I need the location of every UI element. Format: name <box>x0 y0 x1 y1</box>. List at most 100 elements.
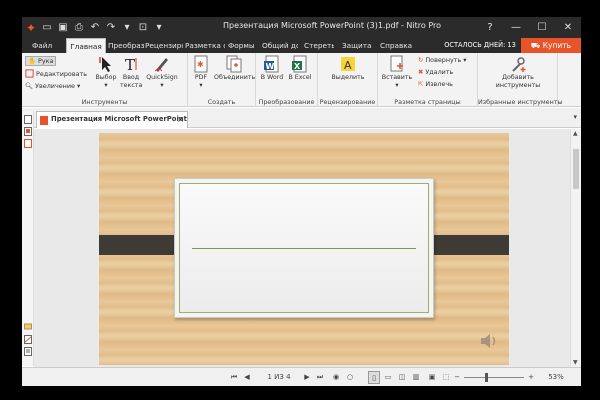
hand-icon: ✋ <box>28 57 36 65</box>
tab-protect[interactable]: Защита <box>342 38 372 53</box>
pdf-button[interactable]: ✱ PDF ▾ <box>190 55 212 89</box>
zoom-tool[interactable]: 🔍︎ Увеличение ▾ <box>25 82 80 90</box>
next-page-icon[interactable]: ▶ <box>302 371 312 384</box>
tab-list-icon[interactable]: ▾ <box>573 113 577 121</box>
slide-divider-line <box>192 248 416 249</box>
tab-page-layout[interactable]: Разметка с <box>185 38 225 53</box>
maximize-button[interactable]: ☐ <box>529 17 555 38</box>
title-bar: ✦ ▭ ▣ ⎙ ↶ ↷ ▾ ⊡ ▾ Презентация Microsoft … <box>22 17 581 38</box>
group-page-layout-label: Разметка страницы <box>394 98 461 106</box>
highlight-icon: A <box>341 57 355 72</box>
combine-button[interactable]: Объединить <box>214 55 255 82</box>
redo-icon[interactable]: ↷ <box>104 21 118 35</box>
vertical-scrollbar[interactable]: ▲ ▼ <box>570 129 581 367</box>
zoom-slider-track[interactable] <box>464 377 524 378</box>
first-page-icon[interactable]: ⏮ <box>228 371 240 384</box>
document-view[interactable] <box>34 129 570 367</box>
fit-page-icon[interactable]: ▣ <box>426 371 438 384</box>
cart-icon: ⛟ <box>530 41 543 50</box>
extract-button[interactable]: ⇱ Извлечь <box>418 80 453 88</box>
zoom-level[interactable]: 53% <box>542 371 570 384</box>
type-text-label: Ввод текста <box>120 74 143 89</box>
svg-text:W: W <box>266 62 275 71</box>
slide-page <box>99 133 509 365</box>
comments-icon[interactable] <box>24 323 32 332</box>
word-icon: W <box>264 55 279 73</box>
forward-icon[interactable]: ○ <box>344 371 356 384</box>
undo-icon[interactable]: ↶ <box>88 21 102 35</box>
delete-button[interactable]: ✖ Удалить <box>418 68 453 76</box>
slide-left-band <box>99 235 181 255</box>
facing-view-icon[interactable]: ◫ <box>396 371 408 384</box>
group-convert-label: Преобразование <box>258 98 315 106</box>
tab-home[interactable]: Главная <box>66 38 106 53</box>
zoom-out-icon[interactable]: − <box>452 371 462 384</box>
zoom-slider-thumb[interactable] <box>485 373 488 382</box>
quicksign-button[interactable]: QuickSign ▾ <box>144 55 180 89</box>
close-tab-icon[interactable]: × <box>177 112 184 127</box>
continuous-view-icon[interactable]: ▭ <box>382 371 394 384</box>
print-icon[interactable]: ⎙ <box>72 21 86 35</box>
pages-icon[interactable] <box>24 115 32 124</box>
tab-file[interactable]: Файл <box>32 38 62 53</box>
scrollbar-thumb[interactable] <box>573 149 579 189</box>
single-page-view-icon[interactable]: ▯ <box>368 371 380 384</box>
to-word-button[interactable]: W В Word <box>260 55 284 82</box>
rotate-button[interactable]: ↻ Повернуть ▾ <box>418 56 467 64</box>
extract-icon: ⇱ <box>418 80 424 88</box>
tab-share[interactable]: Общий до <box>262 38 298 53</box>
add-tools-button[interactable]: Добавить инструменты <box>486 55 550 89</box>
svg-text:✱: ✱ <box>197 60 204 69</box>
bookmarks-icon[interactable] <box>24 127 32 136</box>
delete-icon: ✖ <box>418 68 424 76</box>
status-bar: ⏮ ◀ 1 ИЗ 4 ▶ ⏭ ◉ ○ ▯ ▭ ◫ ▥ ▣ ⬚ − + 53% <box>22 367 581 386</box>
edit-label: Редактировать <box>36 69 87 78</box>
svg-text:A: A <box>344 59 352 72</box>
zoom-in-icon[interactable]: + <box>526 371 536 384</box>
select-button[interactable]: Выбор ▾ <box>94 55 118 89</box>
speaker-icon[interactable] <box>479 333 499 349</box>
slide-title-card <box>174 178 434 318</box>
back-icon[interactable]: ◉ <box>330 371 342 384</box>
dropdown-icon[interactable]: ▾ <box>120 21 134 35</box>
hand-tool[interactable]: ✋ Рука <box>25 56 57 66</box>
document-tab[interactable]: Презентация Microsoft PowerPoint ... × <box>36 111 188 128</box>
scroll-down-icon[interactable]: ▼ <box>573 359 578 366</box>
insert-button[interactable]: Вставить ▾ <box>380 55 414 89</box>
buy-button[interactable]: ⛟ Купить <box>521 38 581 53</box>
fit-width-icon[interactable]: ⬚ <box>440 371 452 384</box>
output-icon[interactable] <box>24 347 32 356</box>
open-icon[interactable]: ▭ <box>40 21 54 35</box>
highlight-button[interactable]: A Выделить <box>328 55 368 82</box>
last-page-icon[interactable]: ⏭ <box>314 371 326 384</box>
more-icon[interactable]: ▾ <box>152 21 166 35</box>
insert-page-icon <box>390 55 403 72</box>
minimize-button[interactable]: — <box>503 17 529 38</box>
pdf-label: PDF <box>194 74 208 81</box>
close-button[interactable]: ✕ <box>555 17 581 38</box>
attachments-icon[interactable] <box>24 139 32 148</box>
edit-tool[interactable]: Редактировать <box>25 69 87 78</box>
tab-convert[interactable]: Преобраз <box>108 38 144 53</box>
text-icon: T <box>125 56 137 73</box>
group-convert: W В Word X В Excel Преобразование <box>256 53 318 107</box>
extract-label: Извлечь <box>425 80 453 88</box>
facing-continuous-icon[interactable]: ▥ <box>410 371 422 384</box>
prev-page-icon[interactable]: ◀ <box>242 371 252 384</box>
signatures-icon[interactable] <box>24 335 32 344</box>
customize-icon[interactable]: ⊡ <box>136 21 150 35</box>
scroll-up-icon[interactable]: ▲ <box>573 130 578 137</box>
window-title: Презентация Microsoft PowerPoint (3)1.pd… <box>222 21 442 30</box>
tab-help[interactable]: Справка <box>380 38 414 53</box>
group-page-layout: Вставить ▾ ↻ Повернуть ▾ ✖ Удалить ⇱ Извле… <box>378 53 478 107</box>
tab-review[interactable]: Рецензирс <box>145 38 183 53</box>
tab-forms[interactable]: Формы <box>228 38 258 53</box>
select-cursor-icon <box>99 57 111 72</box>
help-icon[interactable]: ? <box>477 17 503 38</box>
edit-icon <box>25 69 34 78</box>
page-indicator[interactable]: 1 ИЗ 4 <box>262 371 296 384</box>
save-icon[interactable]: ▣ <box>56 21 70 35</box>
tab-erase[interactable]: Стереть <box>304 38 334 53</box>
type-text-button[interactable]: T Ввод текста <box>120 55 142 89</box>
to-excel-button[interactable]: X В Excel <box>288 55 312 82</box>
